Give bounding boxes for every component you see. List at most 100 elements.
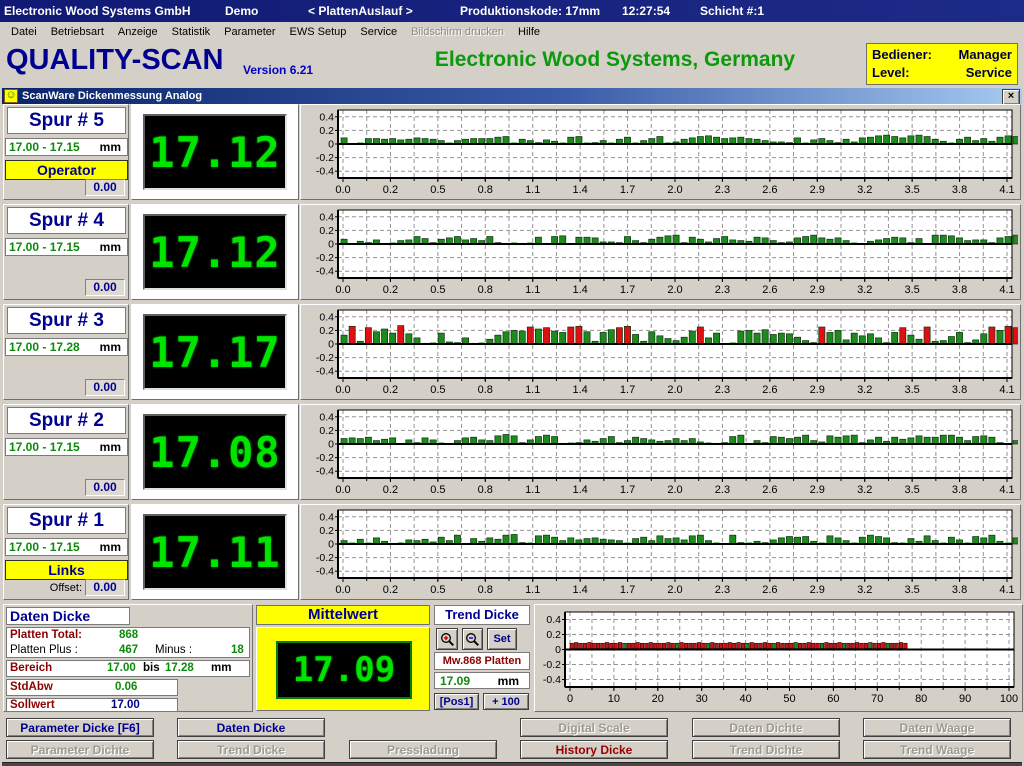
svg-text:2.3: 2.3 <box>715 584 730 596</box>
trend-dicke-panel: Trend Dicke Set <box>434 604 531 712</box>
menu-betriebsart[interactable]: Betriebsart <box>44 24 111 40</box>
button-history-dicke[interactable]: History Dicke <box>520 740 668 759</box>
svg-text:2.6: 2.6 <box>762 484 777 496</box>
plus-100-button[interactable]: + 100 <box>483 693 529 710</box>
svg-text:2.0: 2.0 <box>667 284 682 296</box>
svg-text:-0.4: -0.4 <box>543 674 561 686</box>
trend-value-row: 17.09 mm <box>434 672 530 689</box>
mittelwert-panel: Mittelwert 17.09 <box>256 604 432 712</box>
svg-text:-0.2: -0.2 <box>316 452 334 464</box>
menu-statistik[interactable]: Statistik <box>165 24 218 40</box>
bediener-value: Manager <box>959 46 1012 64</box>
button-daten-dicke[interactable]: Daten Dicke <box>177 718 325 737</box>
svg-text:3.8: 3.8 <box>952 384 967 396</box>
spur-5-offset-field[interactable]: 0.00 <box>85 179 125 196</box>
svg-text:2.6: 2.6 <box>762 384 777 396</box>
svg-text:4.1: 4.1 <box>999 284 1014 296</box>
svg-text:0.4: 0.4 <box>319 111 334 123</box>
svg-text:0.2: 0.2 <box>319 525 334 537</box>
svg-text:-0.4: -0.4 <box>316 366 334 378</box>
svg-text:0.0: 0.0 <box>335 184 350 196</box>
svg-text:1.4: 1.4 <box>572 384 587 396</box>
spur-1-offset-field[interactable]: 0.00 <box>85 579 125 596</box>
svg-text:3.5: 3.5 <box>904 184 919 196</box>
spur-4-offset-field[interactable]: 0.00 <box>85 279 125 296</box>
menu-ews-setup[interactable]: EWS Setup <box>283 24 354 40</box>
svg-text:0.0: 0.0 <box>335 384 350 396</box>
trend-dicke-chart: 0.40.20-0.2-0.40102030405060708090100 <box>534 604 1023 712</box>
svg-text:-0.2: -0.2 <box>316 252 334 264</box>
spur-5-value-display: 17.12 <box>143 114 287 190</box>
smiley-icon: ☺ <box>4 89 18 103</box>
bis-label: bis <box>143 661 160 676</box>
button-parameter-dicke[interactable]: Parameter Dicke [F6] <box>6 718 154 737</box>
svg-text:4.1: 4.1 <box>999 184 1014 196</box>
version-label: Version 6.21 <box>243 63 313 77</box>
window-title: ScanWare Dickenmessung Analog <box>22 90 202 102</box>
spur-1-range: 17.00 - 17.15 mm <box>5 538 128 556</box>
pos1-button[interactable]: [Pos1] <box>434 693 479 710</box>
level-label: Level: <box>872 64 910 82</box>
spur-3-panel: Spur # 3 17.00 - 17.28 mm 0.00 <box>3 304 129 400</box>
svg-text:0.8: 0.8 <box>478 484 493 496</box>
spur-4-range: 17.00 - 17.15 mm <box>5 238 128 256</box>
spur-2-offset-field[interactable]: 0.00 <box>85 479 125 496</box>
stdabw-label: StdAbw <box>10 680 53 695</box>
set-button[interactable]: Set <box>487 628 517 650</box>
svg-text:0: 0 <box>555 644 561 656</box>
platten-stats: Platten Total: 868 Platten Plus : 467 Mi… <box>6 627 250 658</box>
menu-service[interactable]: Service <box>353 24 404 40</box>
svg-text:2.3: 2.3 <box>715 284 730 296</box>
menu-datei[interactable]: Datei <box>4 24 44 40</box>
trend-value-unit: mm <box>498 674 519 688</box>
svg-text:1.7: 1.7 <box>620 184 635 196</box>
zoom-in-button[interactable] <box>436 628 458 650</box>
svg-text:3.8: 3.8 <box>952 184 967 196</box>
menu-hilfe[interactable]: Hilfe <box>511 24 547 40</box>
menu-anzeige[interactable]: Anzeige <box>111 24 165 40</box>
zoom-out-button[interactable] <box>462 628 483 650</box>
svg-text:3.2: 3.2 <box>857 584 872 596</box>
spur-3-value-display: 17.17 <box>143 314 287 390</box>
svg-text:2.9: 2.9 <box>810 584 825 596</box>
clock: 12:27:54 <box>622 4 670 18</box>
menu-parameter[interactable]: Parameter <box>217 24 282 40</box>
svg-text:1.4: 1.4 <box>572 284 587 296</box>
spur-4-chart: 0.40.20-0.2-0.40.00.20.50.81.11.41.72.02… <box>300 204 1021 300</box>
bereich-label: Bereich <box>10 661 52 676</box>
spur-3-offset-field[interactable]: 0.00 <box>85 379 125 396</box>
spur-1-led-panel: 17.11 <box>131 504 299 600</box>
spur-2-value-display: 17.08 <box>143 414 287 490</box>
svg-text:0.2: 0.2 <box>383 284 398 296</box>
spur-2-chart: 0.40.20-0.2-0.40.00.20.50.81.11.41.72.02… <box>300 404 1021 500</box>
svg-text:1.4: 1.4 <box>572 484 587 496</box>
spur-5-row: Spur # 5 17.00 - 17.15 mm Operator 0.00 … <box>2 104 1022 200</box>
svg-text:60: 60 <box>827 693 839 705</box>
daten-dicke-panel: Daten Dicke Platten Total: 868 Platten P… <box>3 604 253 712</box>
svg-text:3.5: 3.5 <box>904 484 919 496</box>
svg-text:-0.2: -0.2 <box>316 552 334 564</box>
spur-1-panel: Spur # 1 17.00 - 17.15 mm Links Offset: … <box>3 504 129 600</box>
svg-text:0.4: 0.4 <box>319 411 334 423</box>
close-icon[interactable]: × <box>1002 89 1020 105</box>
bereich-row: Bereich 17.00 bis 17.28 mm <box>6 660 250 677</box>
spur-5-title: Spur # 5 <box>7 107 126 134</box>
svg-text:3.2: 3.2 <box>857 184 872 196</box>
svg-text:3.2: 3.2 <box>857 384 872 396</box>
magnifier-plus-icon <box>440 632 455 647</box>
button-trend-dichte: Trend Dichte <box>692 740 840 759</box>
app-titlebar: Electronic Wood Systems GmbH Demo < Plat… <box>0 0 1024 22</box>
button-parameter-dichte: Parameter Dichte <box>6 740 154 759</box>
svg-text:-0.2: -0.2 <box>316 152 334 164</box>
spur-5-led-panel: 17.12 <box>131 104 299 200</box>
spur-3-row: Spur # 3 17.00 - 17.28 mm 0.00 17.17 0.4… <box>2 304 1022 400</box>
svg-text:3.8: 3.8 <box>952 584 967 596</box>
minus-value: 18 <box>231 643 244 658</box>
svg-text:0.5: 0.5 <box>430 484 445 496</box>
spur-3-range: 17.00 - 17.28 mm <box>5 338 128 356</box>
spur-2-led-panel: 17.08 <box>131 404 299 500</box>
svg-text:2.6: 2.6 <box>762 584 777 596</box>
svg-text:0.5: 0.5 <box>430 184 445 196</box>
spur-4-panel: Spur # 4 17.00 - 17.15 mm 0.00 <box>3 204 129 300</box>
svg-text:2.6: 2.6 <box>762 284 777 296</box>
